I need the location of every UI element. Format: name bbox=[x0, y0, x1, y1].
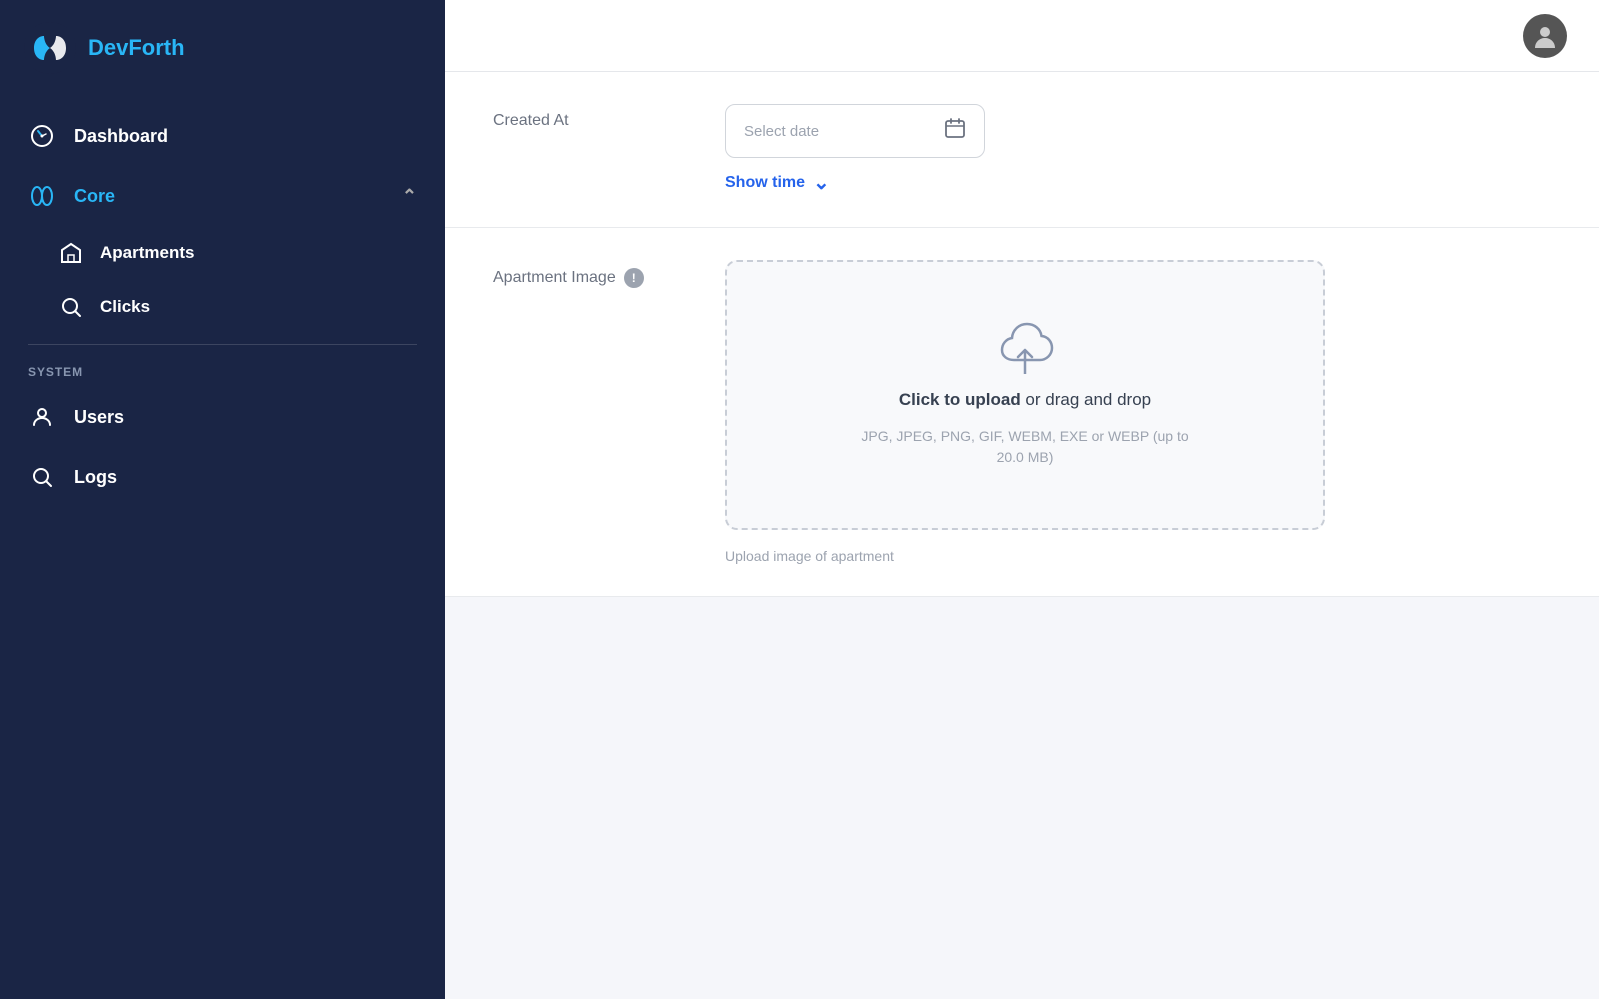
calendar-icon bbox=[944, 117, 966, 145]
dashboard-icon bbox=[28, 122, 56, 150]
sidebar-divider bbox=[28, 344, 417, 345]
apartment-image-field: Click to upload or drag and drop JPG, JP… bbox=[725, 260, 1551, 564]
show-time-label: Show time bbox=[725, 174, 805, 192]
sidebar-item-clicks-label: Clicks bbox=[100, 297, 150, 317]
sidebar-item-users[interactable]: Users bbox=[0, 387, 445, 447]
sidebar: DevForth Dashboard bbox=[0, 0, 445, 999]
logo-text: DevForth bbox=[88, 35, 185, 61]
upload-label: Click to upload or drag and drop bbox=[899, 390, 1151, 410]
apartment-image-label-text: Apartment Image bbox=[493, 269, 616, 287]
date-placeholder: Select date bbox=[744, 123, 932, 140]
chevron-down-icon: ⌄ bbox=[813, 170, 830, 195]
upload-dropzone[interactable]: Click to upload or drag and drop JPG, JP… bbox=[725, 260, 1325, 530]
upload-caption: Upload image of apartment bbox=[725, 548, 1551, 564]
sidebar-item-logs-label: Logs bbox=[74, 467, 417, 488]
logo-text-colored: Dev bbox=[88, 35, 128, 60]
sidebar-item-apartments[interactable]: Apartments bbox=[0, 226, 445, 280]
logo-icon bbox=[24, 22, 76, 74]
logo-text-rest: Forth bbox=[128, 35, 184, 60]
sidebar-item-apartments-label: Apartments bbox=[100, 243, 194, 263]
sidebar-item-users-label: Users bbox=[74, 407, 417, 428]
sidebar-item-logs[interactable]: Logs bbox=[0, 447, 445, 507]
topbar bbox=[445, 0, 1599, 72]
sidebar-item-dashboard-label: Dashboard bbox=[74, 126, 417, 147]
info-icon[interactable]: ! bbox=[624, 268, 644, 288]
upload-cloud-icon bbox=[994, 322, 1056, 374]
logs-icon bbox=[28, 463, 56, 491]
created-at-field: Select date Show time ⌄ bbox=[725, 104, 1551, 195]
sidebar-item-core[interactable]: Core ⌃ bbox=[0, 166, 445, 226]
apartment-image-row: Apartment Image ! Click to upload or dra… bbox=[445, 228, 1599, 597]
upload-hint: JPG, JPEG, PNG, GIF, WEBM, EXE or WEBP (… bbox=[855, 426, 1195, 468]
apartments-icon bbox=[58, 240, 84, 266]
sidebar-item-clicks[interactable]: Clicks bbox=[0, 280, 445, 334]
created-at-row: Created At Select date Show time bbox=[445, 72, 1599, 228]
content-area: Created At Select date Show time bbox=[445, 72, 1599, 999]
users-icon bbox=[28, 403, 56, 431]
logo-area: DevForth bbox=[0, 0, 445, 96]
date-picker[interactable]: Select date bbox=[725, 104, 985, 158]
sidebar-item-dashboard[interactable]: Dashboard bbox=[0, 106, 445, 166]
user-avatar[interactable] bbox=[1523, 14, 1567, 58]
sidebar-item-core-label: Core bbox=[74, 186, 384, 207]
upload-or-label: or drag and drop bbox=[1021, 390, 1151, 409]
apartment-image-label: Apartment Image ! bbox=[493, 260, 693, 288]
main-area: Created At Select date Show time bbox=[445, 0, 1599, 999]
clicks-icon bbox=[58, 294, 84, 320]
system-section-label: SYSTEM bbox=[0, 355, 445, 387]
core-expand-icon: ⌃ bbox=[402, 186, 417, 207]
core-icon bbox=[28, 182, 56, 210]
upload-click-label: Click to upload bbox=[899, 390, 1021, 409]
show-time-button[interactable]: Show time ⌄ bbox=[725, 170, 1551, 195]
created-at-label: Created At bbox=[493, 104, 693, 130]
sidebar-navigation: Dashboard Core ⌃ Apartments bbox=[0, 96, 445, 999]
